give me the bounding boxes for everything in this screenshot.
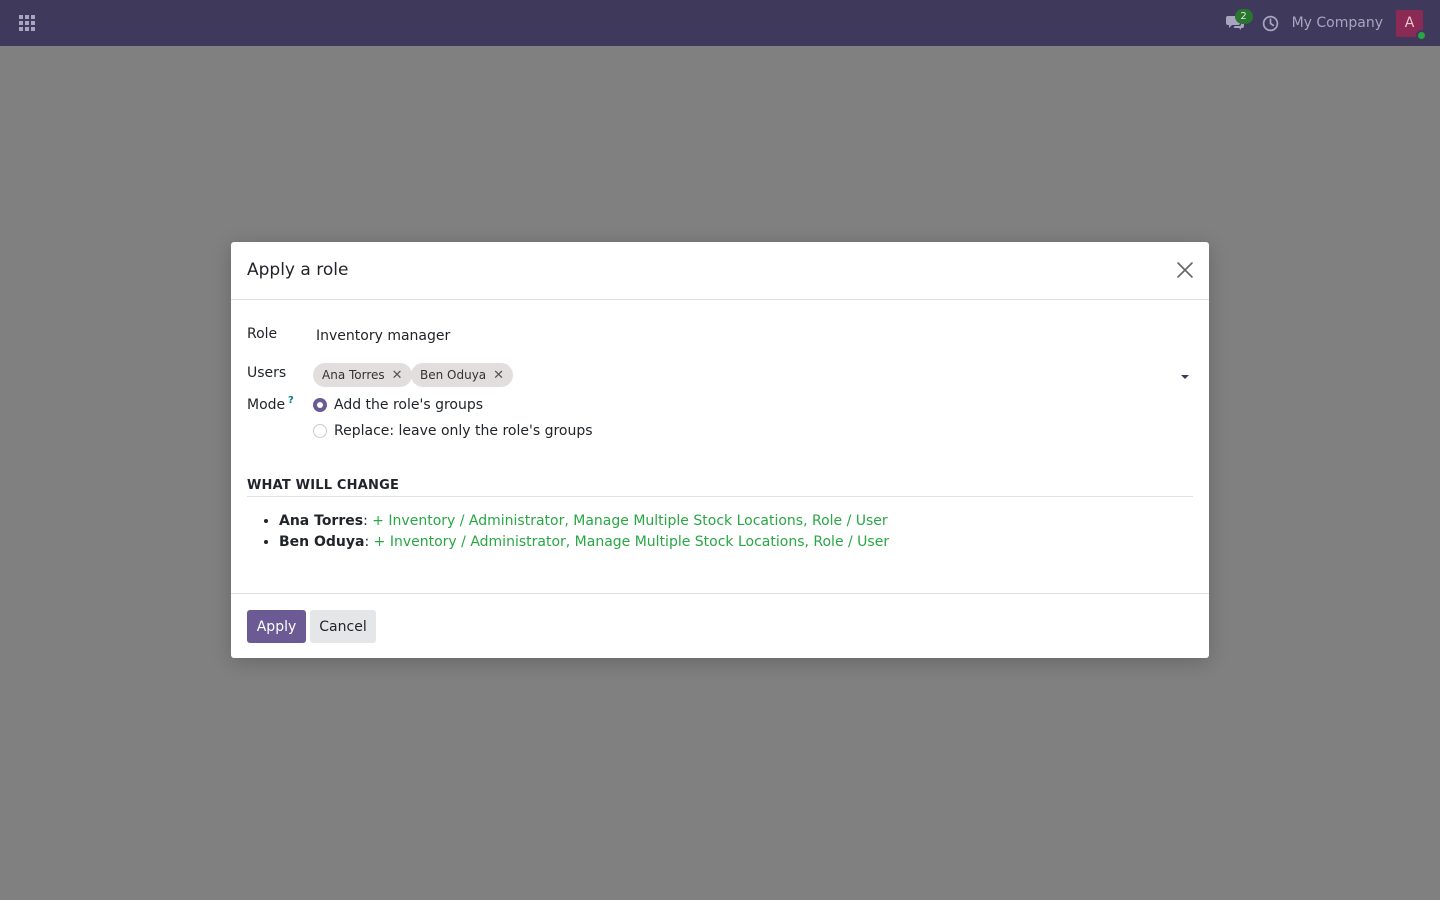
what-will-change-heading: WHAT WILL CHANGE: [247, 478, 1193, 497]
close-button[interactable]: [1175, 260, 1195, 280]
mode-label: Mode: [247, 397, 286, 413]
activities-button[interactable]: [1260, 0, 1282, 46]
users-dropdown-caret-icon[interactable]: [1181, 375, 1189, 379]
dialog-footer: Apply Cancel: [231, 593, 1209, 658]
change-item: Ben Oduya: + Inventory / Administrator, …: [279, 532, 889, 553]
change-diff: + Inventory / Administrator, Manage Mult…: [373, 534, 890, 550]
dialog-header: Apply a role: [231, 242, 1209, 300]
radio-unselected-icon[interactable]: [313, 424, 327, 438]
navbar-systray: 2 My Company A: [1220, 0, 1440, 46]
change-user: Ana Torres: [279, 513, 364, 529]
mode-help-icon[interactable]: ?: [288, 395, 294, 406]
change-separator: :: [364, 534, 374, 550]
online-status-dot: [1416, 29, 1427, 41]
role-field[interactable]: Inventory manager: [316, 328, 450, 344]
remove-tag-icon[interactable]: ✕: [493, 368, 504, 383]
change-item: Ana Torres: + Inventory / Administrator,…: [279, 511, 889, 532]
mode-option-label: Add the role's groups: [334, 397, 484, 413]
user-tag-ana-torres: Ana Torres ✕: [313, 363, 412, 387]
apply-button[interactable]: Apply: [247, 610, 306, 643]
users-label: Users: [247, 365, 287, 381]
user-tag-ben-oduya: Ben Oduya ✕: [411, 363, 514, 387]
changes-list: Ana Torres: + Inventory / Administrator,…: [262, 511, 889, 553]
radio-selected-icon[interactable]: [313, 398, 327, 412]
apps-grid-icon: [19, 15, 35, 31]
mode-option-replace[interactable]: Replace: leave only the role's groups: [313, 423, 593, 439]
dialog-title: Apply a role: [247, 260, 349, 280]
cancel-button[interactable]: Cancel: [310, 610, 376, 643]
remove-tag-icon[interactable]: ✕: [392, 368, 403, 383]
role-label: Role: [247, 326, 278, 342]
user-avatar[interactable]: A: [1396, 9, 1427, 41]
dialog-body: Role Inventory manager Users Ana Torres …: [231, 300, 1209, 593]
change-separator: :: [363, 513, 373, 529]
change-diff: + Inventory / Administrator, Manage Mult…: [372, 513, 888, 529]
avatar-initial: A: [1404, 15, 1415, 31]
close-icon: [1177, 262, 1193, 278]
top-navbar: 2 My Company A: [0, 0, 1440, 46]
mode-option-add[interactable]: Add the role's groups: [313, 397, 483, 413]
user-tag-label: Ana Torres: [322, 368, 385, 382]
apps-menu-button[interactable]: [14, 11, 40, 35]
chat-unread-badge: 2: [1234, 9, 1253, 24]
mode-option-label: Replace: leave only the role's groups: [334, 423, 593, 439]
company-switcher[interactable]: My Company: [1292, 15, 1383, 31]
change-user: Ben Oduya: [279, 534, 365, 550]
user-tag-label: Ben Oduya: [420, 368, 487, 382]
messaging-button[interactable]: 2: [1220, 0, 1253, 46]
clock-icon: [1262, 15, 1279, 31]
apply-role-dialog: Apply a role Role Inventory manager User…: [231, 242, 1209, 658]
